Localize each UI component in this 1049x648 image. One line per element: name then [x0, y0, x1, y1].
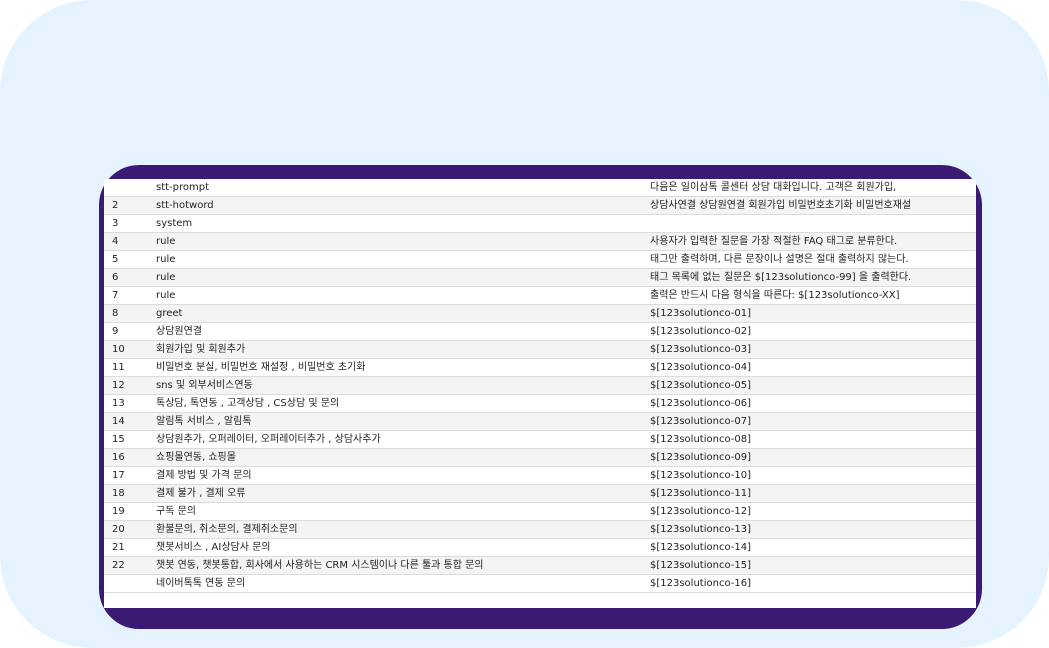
value-cell[interactable]: $[123solutionco-08]	[650, 431, 751, 448]
row-number: 19	[112, 506, 125, 517]
row-number: 14	[112, 416, 125, 427]
key-cell[interactable]: stt-hotword	[156, 197, 214, 214]
value-cell[interactable]: $[123solutionco-05]	[650, 377, 751, 394]
value-cell[interactable]: $[123solutionco-06]	[650, 395, 751, 412]
value-cell[interactable]: 상담사연결 상담원연결 회원가입 비밀번호초기화 비밀번호재설	[650, 197, 911, 214]
key-cell[interactable]: 환불문의, 취소문의, 결제취소문의	[156, 521, 298, 538]
value-cell[interactable]: $[123solutionco-16]	[650, 575, 751, 592]
value-cell[interactable]: 태그만 출력하며, 다른 문장이나 설명은 절대 출력하지 않는다.	[650, 251, 909, 268]
value-cell[interactable]: $[123solutionco-01]	[650, 305, 751, 322]
row-number: 9	[112, 326, 119, 337]
table-row[interactable]: 6 rule 태그 목록에 없는 질문은 $[123solutionco-99] 을…	[104, 269, 976, 287]
key-cell[interactable]: 회원가입 및 회원추가	[156, 341, 245, 358]
value-cell[interactable]: $[123solutionco-12]	[650, 503, 751, 520]
table-row[interactable]: 7 rule 출력은 반드시 다음 형식을 따른다: $[123solutionco…	[104, 287, 976, 305]
row-number: 6	[112, 272, 119, 283]
table-row[interactable]: 11 비밀번호 분실, 비밀번호 재설정 , 비밀번호 초기화 $[123solut…	[104, 359, 976, 377]
spreadsheet-table: stt-prompt 다음은 일이삼톡 콜센터 상담 대화입니다. 고객은 회원가…	[104, 179, 976, 608]
key-cell[interactable]: 챗봇서비스 , AI상담사 문의	[156, 539, 271, 556]
key-cell[interactable]: 결제 방법 및 가격 문의	[156, 467, 252, 484]
table-row[interactable]: 21 챗봇서비스 , AI상담사 문의 $[123solutionco-14]	[104, 539, 976, 557]
row-number: 4	[112, 236, 119, 247]
key-cell[interactable]: 네이버톡톡 연동 문의	[156, 575, 245, 592]
key-cell[interactable]: 비밀번호 분실, 비밀번호 재설정 , 비밀번호 초기화	[156, 359, 365, 376]
key-cell[interactable]: 알림톡 서비스 , 알림톡	[156, 413, 252, 430]
value-cell[interactable]: $[123solutionco-03]	[650, 341, 751, 358]
table-row[interactable]: stt-prompt 다음은 일이삼톡 콜센터 상담 대화입니다. 고객은 회원가…	[104, 179, 976, 197]
key-cell[interactable]: 톡상담, 톡연동 , 고객상담 , CS상담 및 문의	[156, 395, 339, 412]
key-cell[interactable]: 구독 문의	[156, 503, 196, 520]
row-number: 17	[112, 470, 125, 481]
row-number: 21	[112, 542, 125, 553]
row-number: 22	[112, 560, 125, 571]
row-number: 7	[112, 290, 119, 301]
table-row[interactable]: 8 greet $[123solutionco-01]	[104, 305, 976, 323]
value-cell[interactable]: $[123solutionco-04]	[650, 359, 751, 376]
key-cell[interactable]: rule	[156, 233, 175, 250]
key-cell[interactable]: sns 및 외부서비스연동	[156, 377, 253, 394]
table-row[interactable]: 2 stt-hotword 상담사연결 상담원연결 회원가입 비밀번호초기화 비밀번…	[104, 197, 976, 215]
key-cell[interactable]: system	[156, 215, 192, 232]
value-cell[interactable]: $[123solutionco-10]	[650, 467, 751, 484]
value-cell[interactable]: $[123solutionco-11]	[650, 485, 751, 502]
key-cell[interactable]: 상담원연결	[156, 323, 202, 340]
table-row[interactable]: 20 환불문의, 취소문의, 결제취소문의 $[123solutionco-13]	[104, 521, 976, 539]
table-row[interactable]: 16 쇼핑몰연동, 쇼핑몰 $[123solutionco-09]	[104, 449, 976, 467]
value-cell[interactable]: $[123solutionco-02]	[650, 323, 751, 340]
value-cell[interactable]: 태그 목록에 없는 질문은 $[123solutionco-99] 을 출력한다…	[650, 269, 911, 286]
value-cell[interactable]: 사용자가 입력한 질문을 가장 적절한 FAQ 태그로 분류한다.	[650, 233, 897, 250]
value-cell[interactable]: $[123solutionco-13]	[650, 521, 751, 538]
value-cell[interactable]: $[123solutionco-15]	[650, 557, 751, 574]
row-number: 15	[112, 434, 125, 445]
table-row[interactable]: 12 sns 및 외부서비스연동 $[123solutionco-05]	[104, 377, 976, 395]
row-number: 10	[112, 344, 125, 355]
row-number: 20	[112, 524, 125, 535]
row-number: 18	[112, 488, 125, 499]
key-cell[interactable]: greet	[156, 305, 182, 322]
table-row[interactable]: 3 system	[104, 215, 976, 233]
row-number: 13	[112, 398, 125, 409]
row-number: 11	[112, 362, 125, 373]
value-cell[interactable]: 출력은 반드시 다음 형식을 따른다: $[123solutionco-XX]	[650, 287, 900, 304]
table-row[interactable]: 네이버톡톡 연동 문의 $[123solutionco-16]	[104, 575, 976, 593]
row-number: 5	[112, 254, 119, 265]
table-row[interactable]: 14 알림톡 서비스 , 알림톡 $[123solutionco-07]	[104, 413, 976, 431]
key-cell[interactable]: rule	[156, 251, 175, 268]
key-cell[interactable]: rule	[156, 269, 175, 286]
table-row[interactable]: 9 상담원연결 $[123solutionco-02]	[104, 323, 976, 341]
key-cell[interactable]: stt-prompt	[156, 179, 209, 196]
value-cell[interactable]: $[123solutionco-07]	[650, 413, 751, 430]
key-cell[interactable]: 결제 불가 , 결제 오류	[156, 485, 246, 502]
table-row[interactable]: 5 rule 태그만 출력하며, 다른 문장이나 설명은 절대 출력하지 않는다.	[104, 251, 976, 269]
table-row[interactable]: 4 rule 사용자가 입력한 질문을 가장 적절한 FAQ 태그로 분류한다.	[104, 233, 976, 251]
key-cell[interactable]: 쇼핑몰연동, 쇼핑몰	[156, 449, 236, 466]
key-cell[interactable]: rule	[156, 287, 175, 304]
table-row[interactable]: 15 상담원추가, 오퍼레이터, 오퍼레이터추가 , 상담사추가 $[123solu…	[104, 431, 976, 449]
row-number: 12	[112, 380, 125, 391]
table-row[interactable]: 17 결제 방법 및 가격 문의 $[123solutionco-10]	[104, 467, 976, 485]
row-number: 2	[112, 200, 119, 211]
row-number: 8	[112, 308, 119, 319]
row-number: 16	[112, 452, 125, 463]
value-cell[interactable]: $[123solutionco-09]	[650, 449, 751, 466]
value-cell[interactable]: $[123solutionco-14]	[650, 539, 751, 556]
value-cell[interactable]: 다음은 일이삼톡 콜센터 상담 대화입니다. 고객은 회원가입,	[650, 179, 896, 196]
table-row[interactable]: 10 회원가입 및 회원추가 $[123solutionco-03]	[104, 341, 976, 359]
table-row[interactable]: 22 챗봇 연동, 챗봇통합, 회사에서 사용하는 CRM 시스템이나 다른 툴과…	[104, 557, 976, 575]
key-cell[interactable]: 챗봇 연동, 챗봇통합, 회사에서 사용하는 CRM 시스템이나 다른 툴과 통…	[156, 557, 484, 574]
table-row[interactable]: 19 구독 문의 $[123solutionco-12]	[104, 503, 976, 521]
table-row[interactable]: 13 톡상담, 톡연동 , 고객상담 , CS상담 및 문의 $[123soluti…	[104, 395, 976, 413]
table-row[interactable]: 18 결제 불가 , 결제 오류 $[123solutionco-11]	[104, 485, 976, 503]
key-cell[interactable]: 상담원추가, 오퍼레이터, 오퍼레이터추가 , 상담사추가	[156, 431, 381, 448]
row-number: 3	[112, 218, 119, 229]
